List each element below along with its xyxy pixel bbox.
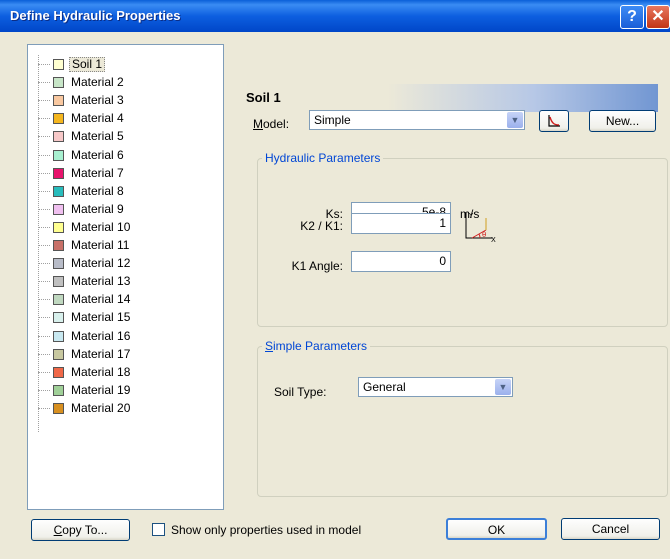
- tree-item-label: Material 15: [71, 310, 131, 325]
- material-color-swatch: [53, 330, 64, 342]
- material-color-swatch: [53, 185, 64, 197]
- window-title: Define Hydraulic Properties: [10, 8, 181, 23]
- material-color-swatch: [53, 402, 64, 414]
- svg-text:X: X: [491, 236, 496, 244]
- k2k1-input[interactable]: 1: [351, 213, 451, 234]
- copy-to-button[interactable]: Copy To...: [31, 519, 130, 541]
- material-color-swatch: [53, 294, 64, 306]
- tree-item-label: Material 12: [71, 256, 131, 271]
- tree-connector: [38, 172, 50, 174]
- cancel-button-label: Cancel: [591, 522, 630, 536]
- tree-item-label: Material 16: [71, 328, 131, 343]
- tree-connector: [38, 208, 50, 210]
- tree-connector: [38, 100, 50, 102]
- material-color-swatch: [53, 203, 64, 215]
- material-header: Soil 1: [242, 84, 658, 112]
- soil-type-select[interactable]: General ▼: [358, 377, 513, 397]
- tree-item-label: Material 3: [71, 93, 124, 108]
- new-button[interactable]: New...: [589, 110, 656, 132]
- tree-item-label: Material 14: [71, 292, 131, 307]
- tree-connector: [38, 389, 50, 391]
- material-color-swatch: [53, 258, 64, 270]
- tree-item-label: Material 7: [71, 165, 124, 180]
- tree-item-label: Material 6: [71, 147, 124, 162]
- tree-connector: [38, 317, 50, 319]
- model-select[interactable]: Simple ▼: [309, 110, 525, 130]
- help-button[interactable]: ?: [620, 5, 644, 29]
- tree-connector: [38, 118, 50, 120]
- show-only-label[interactable]: Show only properties used in model: [171, 523, 361, 537]
- tree-connector: [38, 263, 50, 265]
- svg-text:Y: Y: [468, 212, 474, 220]
- simple-parameters-title: Simple Parameters: [262, 339, 371, 353]
- tree-item-label: Material 5: [71, 129, 124, 144]
- tree-connector: [38, 407, 50, 409]
- tree-item-label: Material 10: [71, 219, 131, 234]
- tree-connector: [38, 154, 50, 156]
- chevron-down-icon[interactable]: ▼: [507, 112, 523, 128]
- svg-text:θ: θ: [482, 231, 486, 239]
- tree-connector: [38, 335, 50, 337]
- tree-connector: [38, 136, 50, 138]
- material-color-swatch: [53, 149, 64, 161]
- tree-connector: [38, 299, 50, 301]
- tree-item-label: Soil 1: [69, 57, 106, 72]
- k1-angle-label: K1 Angle:: [291, 259, 343, 273]
- material-color-swatch: [53, 131, 64, 143]
- tree-connector: [38, 371, 50, 373]
- ok-button-label: OK: [487, 523, 506, 537]
- graph-icon: [548, 115, 560, 127]
- simple-parameters-group: [257, 346, 668, 497]
- material-color-swatch: [53, 276, 64, 288]
- title-bar: Define Hydraulic Properties ? ✕: [0, 0, 670, 32]
- tree-connector: [38, 64, 50, 65]
- tree-connector: [38, 245, 50, 246]
- tree-item-label: Material 11: [71, 238, 130, 252]
- tree-connector: [38, 281, 50, 283]
- tree-item-label: Material 17: [71, 346, 131, 361]
- soil-type-label: Soil Type:: [274, 385, 327, 399]
- tree-item-label: Material 13: [71, 274, 131, 289]
- material-color-swatch: [53, 59, 64, 70]
- material-color-swatch: [53, 95, 64, 107]
- material-color-swatch: [53, 240, 64, 251]
- material-color-swatch: [53, 113, 64, 125]
- model-select-value: Simple: [314, 113, 351, 127]
- new-button-label: New...: [605, 114, 640, 128]
- material-color-swatch: [53, 77, 64, 89]
- tree-connector-line: [38, 55, 39, 432]
- material-color-swatch: [53, 221, 64, 233]
- close-button[interactable]: ✕: [646, 5, 670, 29]
- cancel-button[interactable]: Cancel: [561, 518, 660, 540]
- tree-connector: [38, 353, 50, 355]
- tree-item-label: Material 18: [71, 364, 131, 379]
- tree-connector: [38, 226, 50, 228]
- k2k1-label-text: K2 / K1:: [300, 219, 343, 233]
- chevron-down-icon[interactable]: ▼: [495, 379, 511, 395]
- model-label: Model:: [253, 117, 290, 131]
- material-header-title: Soil 1: [246, 90, 281, 105]
- material-color-swatch: [53, 348, 64, 360]
- hydraulic-parameters-title: Hydraulic Parameters: [262, 151, 384, 165]
- ok-button[interactable]: OK: [446, 518, 547, 540]
- soil-type-value: General: [363, 380, 406, 394]
- material-color-swatch: [53, 366, 64, 378]
- material-tree[interactable]: Soil 1 Material 2 Material 3 Material 4 Mate…: [27, 44, 224, 510]
- tree-item-label: Material 8: [71, 183, 124, 198]
- axis-angle-icon: Y X θ: [465, 212, 496, 244]
- k1-angle-input[interactable]: 0: [351, 251, 451, 272]
- material-color-swatch: [53, 167, 64, 179]
- tree-item-label: Material 4: [71, 111, 124, 126]
- tree-item-label: Material 19: [71, 382, 131, 397]
- tree-item-label: Material 2: [71, 75, 124, 90]
- material-color-swatch: [53, 384, 64, 396]
- tree-connector: [38, 190, 50, 192]
- show-only-checkbox[interactable]: [152, 523, 165, 536]
- graph-button[interactable]: [539, 110, 569, 132]
- tree-item-label: Material 9: [71, 201, 124, 216]
- tree-item-label: Material 20: [71, 400, 131, 415]
- tree-connector: [38, 82, 50, 84]
- material-color-swatch: [53, 312, 64, 324]
